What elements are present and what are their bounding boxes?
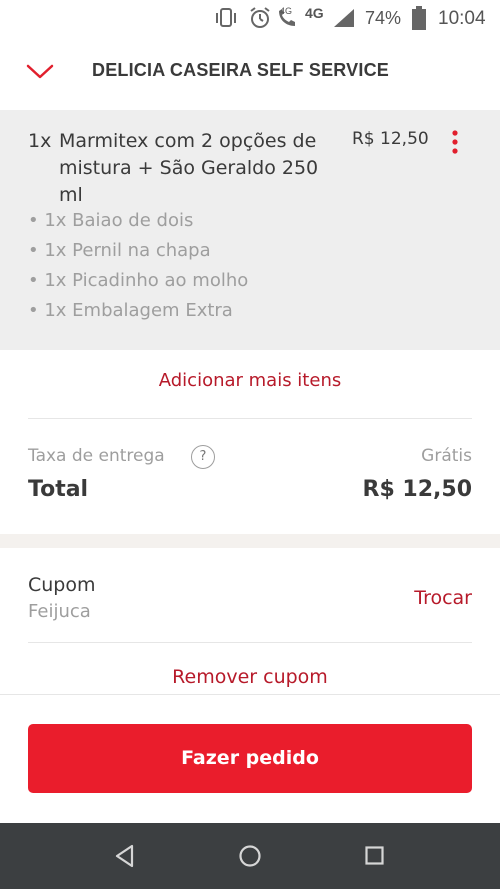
- item-quantity: 1x: [28, 130, 52, 152]
- clock: 10:04: [438, 8, 486, 29]
- system-nav-bar: [0, 823, 500, 889]
- chevron-down-icon[interactable]: [26, 64, 54, 80]
- recents-icon[interactable]: [364, 845, 386, 867]
- network-type-small: 4G: [280, 6, 293, 16]
- coupon-code: Feijuca: [28, 601, 91, 622]
- section-separator: [0, 534, 500, 548]
- coupon-label: Cupom: [28, 574, 96, 596]
- battery-percent: 74%: [365, 8, 402, 28]
- item-option: • 1x Embalagem Extra: [28, 300, 233, 321]
- item-price: R$ 12,50: [352, 129, 429, 149]
- change-coupon-button[interactable]: Trocar: [414, 587, 472, 609]
- remove-coupon-link[interactable]: Remover cupom: [0, 666, 500, 688]
- item-option: • 1x Baiao de dois: [28, 210, 194, 231]
- network-type: 4G: [305, 5, 324, 21]
- divider: [28, 642, 472, 643]
- divider: [28, 418, 472, 419]
- total-value: R$ 12,50: [362, 477, 473, 502]
- more-options-icon[interactable]: [446, 129, 464, 157]
- delivery-fee-label: Taxa de entrega: [28, 446, 165, 466]
- add-more-items-link[interactable]: Adicionar mais itens: [0, 370, 500, 391]
- alarm-icon: [250, 7, 270, 28]
- total-label: Total: [28, 477, 89, 502]
- home-icon[interactable]: [238, 844, 262, 868]
- battery-icon: [412, 6, 426, 30]
- restaurant-title: DELICIA CASEIRA SELF SERVICE: [92, 60, 389, 80]
- place-order-button[interactable]: Fazer pedido: [28, 724, 472, 793]
- item-name: Marmitex com 2 opções de mistura + São G…: [59, 128, 318, 209]
- status-bar: 4G 4G 74% 10:04: [0, 0, 500, 36]
- item-option: • 1x Pernil na chapa: [28, 240, 211, 261]
- vibrate-icon: [216, 8, 236, 27]
- item-name-line: Marmitex com 2 opções de: [59, 130, 317, 152]
- delivery-fee-value: Grátis: [421, 446, 472, 466]
- signal-icon: [334, 9, 354, 27]
- back-icon[interactable]: [114, 844, 136, 868]
- item-option: • 1x Picadinho ao molho: [28, 270, 249, 291]
- item-name-line: ml: [59, 184, 83, 206]
- item-options-list: • 1x Baiao de dois • 1x Pernil na chapa …: [28, 206, 248, 326]
- item-name-line: mistura + São Geraldo 250: [59, 157, 319, 179]
- help-icon[interactable]: ?: [191, 445, 215, 469]
